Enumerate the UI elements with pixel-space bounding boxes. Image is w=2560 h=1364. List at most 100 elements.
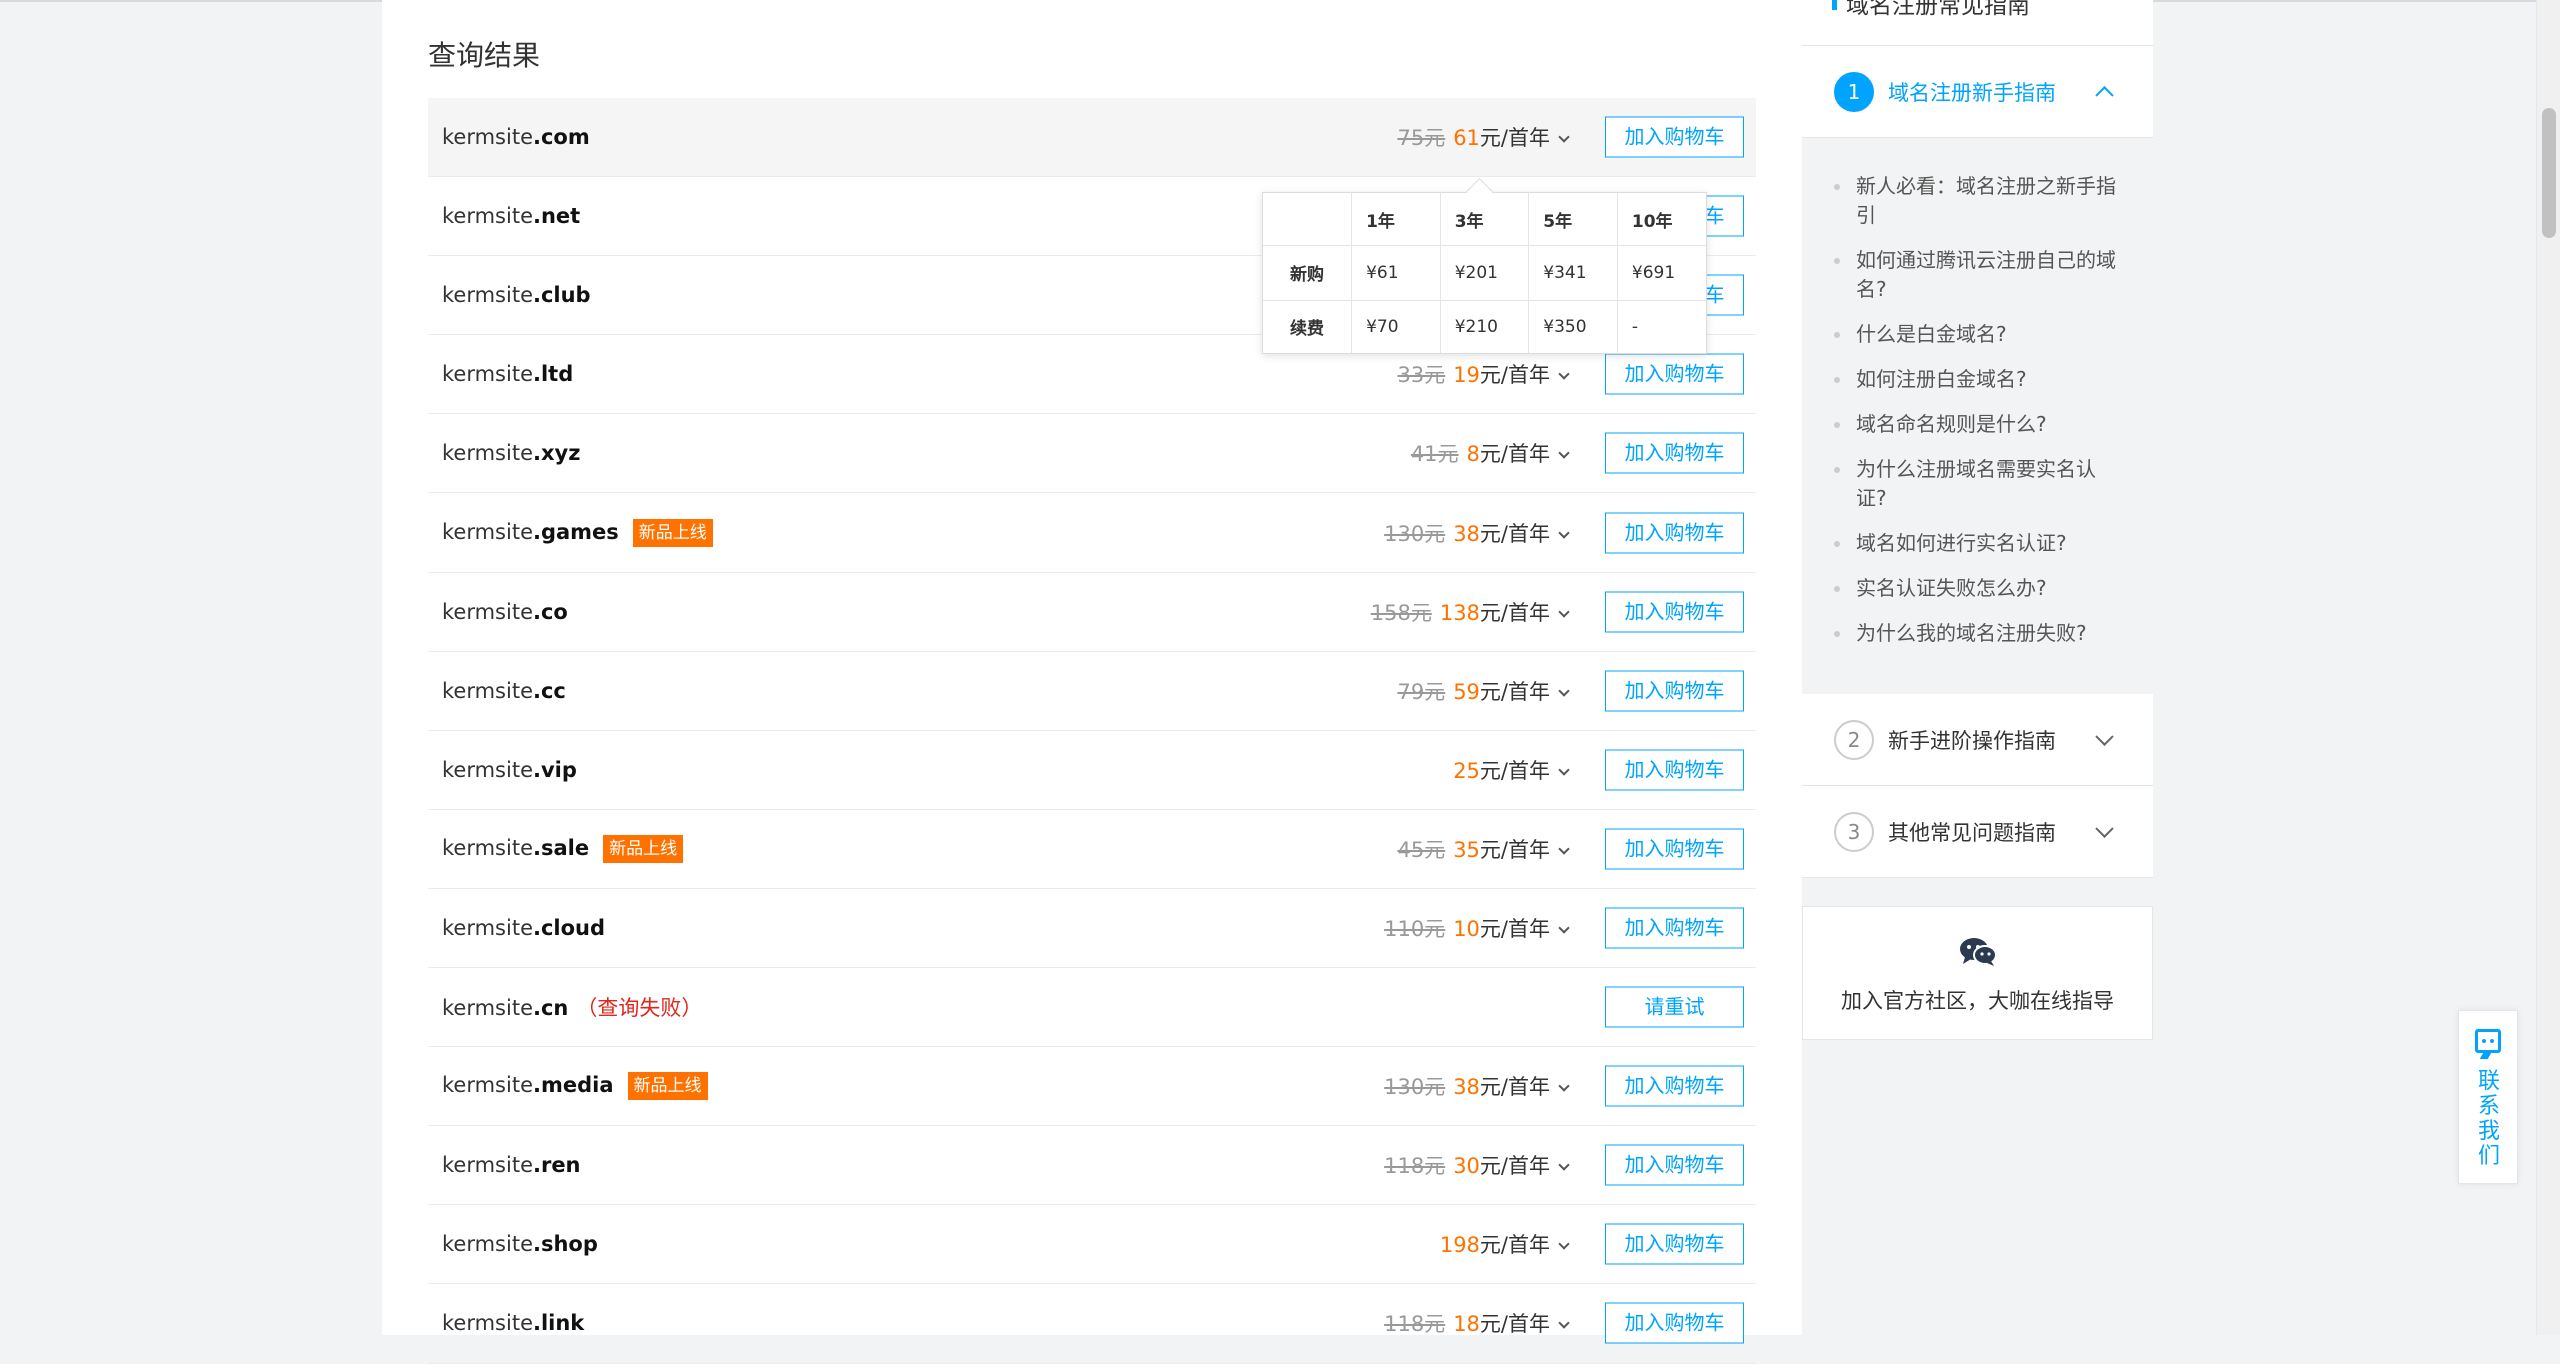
original-price: 33元 [1397,363,1446,388]
guide-link[interactable]: 如何通过腾讯云注册自己的域名? [1834,246,2123,304]
add-to-cart-button[interactable]: 加入购物车 [1605,512,1744,554]
price-unit: 元/首年 [1479,442,1550,467]
domain-tld: .club [532,283,591,308]
current-price: 18 [1453,1312,1480,1337]
add-to-cart-button[interactable]: 加入购物车 [1605,1223,1744,1265]
guide-link[interactable]: 实名认证失败怎么办? [1834,574,2123,603]
scrollbar[interactable] [2536,0,2560,1335]
chevron-down-icon [1558,685,1570,697]
guide-link[interactable]: 如何注册白金域名? [1834,365,2123,394]
results-title: 查询结果 [428,39,541,72]
price-selector[interactable]: 75元 61元/首年 [1397,122,1570,152]
price-cell: ¥350 [1528,299,1618,353]
add-to-cart-button[interactable]: 加入购物车 [1605,353,1744,395]
domain-tld: .link [532,1311,585,1336]
guide-item-list: 新人必看：域名注册之新手指引 如何通过腾讯云注册自己的域名? 什么是白金域名? 如何注… [1802,138,2153,694]
price-unit: 元/首年 [1479,1075,1550,1100]
domain-name: kermsite.cc [442,679,566,703]
price-unit: 元/首年 [1479,1233,1550,1258]
guide-link[interactable]: 域名命名规则是什么? [1834,410,2123,439]
price-cell: ¥691 [1616,245,1706,301]
domain-name: kermsite.club [442,283,591,307]
price-cell: ¥201 [1439,245,1530,301]
sidebar-header-accent [1832,0,1837,10]
guide-section-1[interactable]: 1 域名注册新手指南 [1802,46,2153,138]
price-selector[interactable]: 198元/首年 [1440,1229,1570,1259]
community-card[interactable]: 加入官方社区，大咖在线指导 [1802,906,2153,1040]
add-to-cart-button[interactable]: 加入购物车 [1605,670,1744,712]
domain-prefix: kermsite [442,204,533,229]
new-badge: 新品上线 [632,518,713,547]
current-price: 59 [1453,679,1480,704]
price-unit: 元/首年 [1479,1154,1550,1179]
domain-name: kermsite.co [442,600,568,624]
year-header: 1年 [1351,193,1441,247]
current-price: 8 [1466,442,1480,467]
chevron-down-icon [1558,1159,1570,1171]
price-selector[interactable]: 79元 59元/首年 [1397,676,1570,706]
current-price: 25 [1453,758,1480,783]
domain-prefix: kermsite [442,283,533,308]
domain-row: kermsite.cc 79元 59元/首年 加入购物车 [428,652,1756,731]
add-to-cart-button[interactable]: 加入购物车 [1605,1065,1744,1107]
price-selector[interactable]: 33元 19元/首年 [1397,359,1570,389]
add-to-cart-button[interactable]: 加入购物车 [1605,828,1744,870]
price-selector[interactable]: 130元 38元/首年 [1384,1071,1570,1101]
domain-row: kermsite.cloud 110元 10元/首年 加入购物车 [428,889,1756,969]
scrollbar-thumb[interactable] [2542,108,2556,238]
add-to-cart-button[interactable]: 加入购物车 [1605,749,1744,791]
chevron-up-icon[interactable] [2095,85,2114,104]
chevron-down-icon[interactable] [2095,819,2114,838]
wechat-icon [1960,938,1997,966]
add-to-cart-button[interactable]: 加入购物车 [1605,432,1744,474]
price-selector[interactable]: 118元 30元/首年 [1384,1150,1570,1180]
domain-name: kermsite.link [442,1311,584,1335]
current-price: 61 [1453,126,1480,151]
price-selector[interactable]: 110元 10元/首年 [1384,913,1570,943]
domain-prefix: kermsite [442,915,533,940]
price-type-label: 新购 [1263,245,1353,301]
price-selector[interactable]: 158元 138元/首年 [1371,597,1570,627]
contact-us-button[interactable]: 联系我们 [2458,1010,2518,1184]
guide-link[interactable]: 为什么注册域名需要实名认证? [1834,455,2123,513]
contact-us-label: 联系我们 [2477,1069,2500,1169]
domain-tld: .vip [532,757,577,782]
price-table-row: 新购 ¥61 ¥201 ¥341 ¥691 [1263,245,1706,301]
price-selector[interactable]: 130元 38元/首年 [1384,518,1570,548]
domain-row: kermsite.games 新品上线 130元 38元/首年 加入购物车 [428,493,1756,573]
guide-link[interactable]: 新人必看：域名注册之新手指引 [1834,172,2123,230]
chevron-down-icon [1558,447,1570,460]
guide-section-2[interactable]: 2 新手进阶操作指南 [1802,694,2153,786]
price-unit: 元/首年 [1479,521,1550,546]
domain-prefix: kermsite [442,362,533,387]
price-selector[interactable]: 41元 8元/首年 [1411,438,1570,468]
price-unit: 元/首年 [1479,363,1550,388]
price-selector[interactable]: 25元/首年 [1453,755,1570,785]
add-to-cart-button[interactable]: 加入购物车 [1605,1144,1744,1186]
chevron-down-icon[interactable] [2095,727,2114,746]
domain-name: kermsite.sale 新品上线 [442,834,684,863]
price-popup: 1年 3年 5年 10年 新购 ¥61 ¥201 ¥341 ¥691 续费 ¥70 ¥210 ¥350- [1262,192,1707,354]
add-to-cart-button[interactable]: 加入购物车 [1605,1302,1744,1344]
price-unit: 元/首年 [1479,916,1550,941]
domain-prefix: kermsite [442,835,533,860]
price-type-label: 续费 [1263,299,1353,353]
price-selector[interactable]: 45元 35元/首年 [1397,834,1570,864]
current-price: 10 [1453,916,1480,941]
original-price: 130元 [1384,1075,1446,1100]
price-cell: - [1616,299,1706,353]
guide-link[interactable]: 域名如何进行实名认证? [1834,529,2123,558]
domain-prefix: kermsite [442,757,533,782]
guide-link[interactable]: 什么是白金域名? [1834,320,2123,349]
guide-number: 2 [1834,719,1874,760]
add-to-cart-button[interactable]: 加入购物车 [1605,116,1744,158]
guide-section-3[interactable]: 3 其他常见问题指南 [1802,786,2153,878]
price-unit: 元/首年 [1479,837,1550,862]
guide-link[interactable]: 为什么我的域名注册失败? [1834,619,2123,648]
add-to-cart-button[interactable]: 加入购物车 [1605,907,1744,949]
retry-button[interactable]: 请重试 [1605,986,1744,1028]
add-to-cart-button[interactable]: 加入购物车 [1605,591,1744,633]
price-cell: ¥61 [1351,245,1441,301]
domain-prefix: kermsite [442,519,533,544]
price-selector[interactable]: 118元 18元/首年 [1384,1308,1570,1338]
